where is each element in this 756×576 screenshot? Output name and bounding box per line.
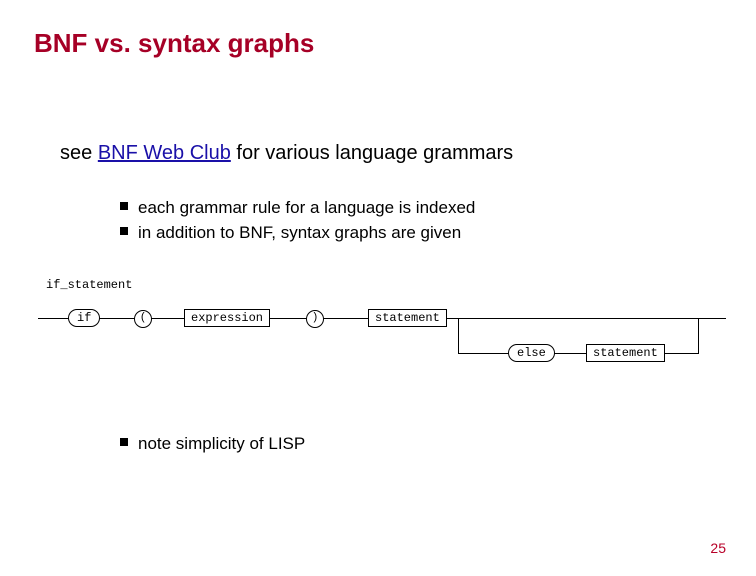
intro-line: see BNF Web Club for various language gr… <box>60 142 513 165</box>
bnf-web-club-link[interactable]: BNF Web Club <box>98 142 231 164</box>
bullet-square-icon <box>120 227 128 235</box>
slide-title: BNF vs. syntax graphs <box>34 28 314 59</box>
bullet-text: in addition to BNF, syntax graphs are gi… <box>138 221 461 246</box>
intro-suffix: for various language grammars <box>231 142 513 164</box>
intro-prefix: see <box>60 142 98 164</box>
bullets-bottom: note simplicity of LISP <box>120 432 305 457</box>
node-else: else <box>508 344 555 362</box>
bullet-item: each grammar rule for a language is inde… <box>120 196 475 221</box>
bullet-text: note simplicity of LISP <box>138 432 305 457</box>
syntax-graph: if_statement if ( expression ) statement… <box>38 278 728 386</box>
diagram-line <box>458 318 459 353</box>
node-statement: statement <box>368 309 447 327</box>
bullets-top: each grammar rule for a language is inde… <box>120 196 475 245</box>
slide: BNF vs. syntax graphs see BNF Web Club f… <box>0 0 756 576</box>
node-statement2: statement <box>586 344 665 362</box>
node-expression: expression <box>184 309 270 327</box>
node-if: if <box>68 309 100 327</box>
node-rparen: ) <box>306 310 324 328</box>
bullet-square-icon <box>120 438 128 446</box>
page-number: 25 <box>710 540 726 556</box>
node-lparen: ( <box>134 310 152 328</box>
diagram-label: if_statement <box>46 278 132 292</box>
bullet-item: in addition to BNF, syntax graphs are gi… <box>120 221 475 246</box>
diagram-line <box>698 318 699 354</box>
bullet-text: each grammar rule for a language is inde… <box>138 196 475 221</box>
bullet-square-icon <box>120 202 128 210</box>
bullet-item: note simplicity of LISP <box>120 432 305 457</box>
